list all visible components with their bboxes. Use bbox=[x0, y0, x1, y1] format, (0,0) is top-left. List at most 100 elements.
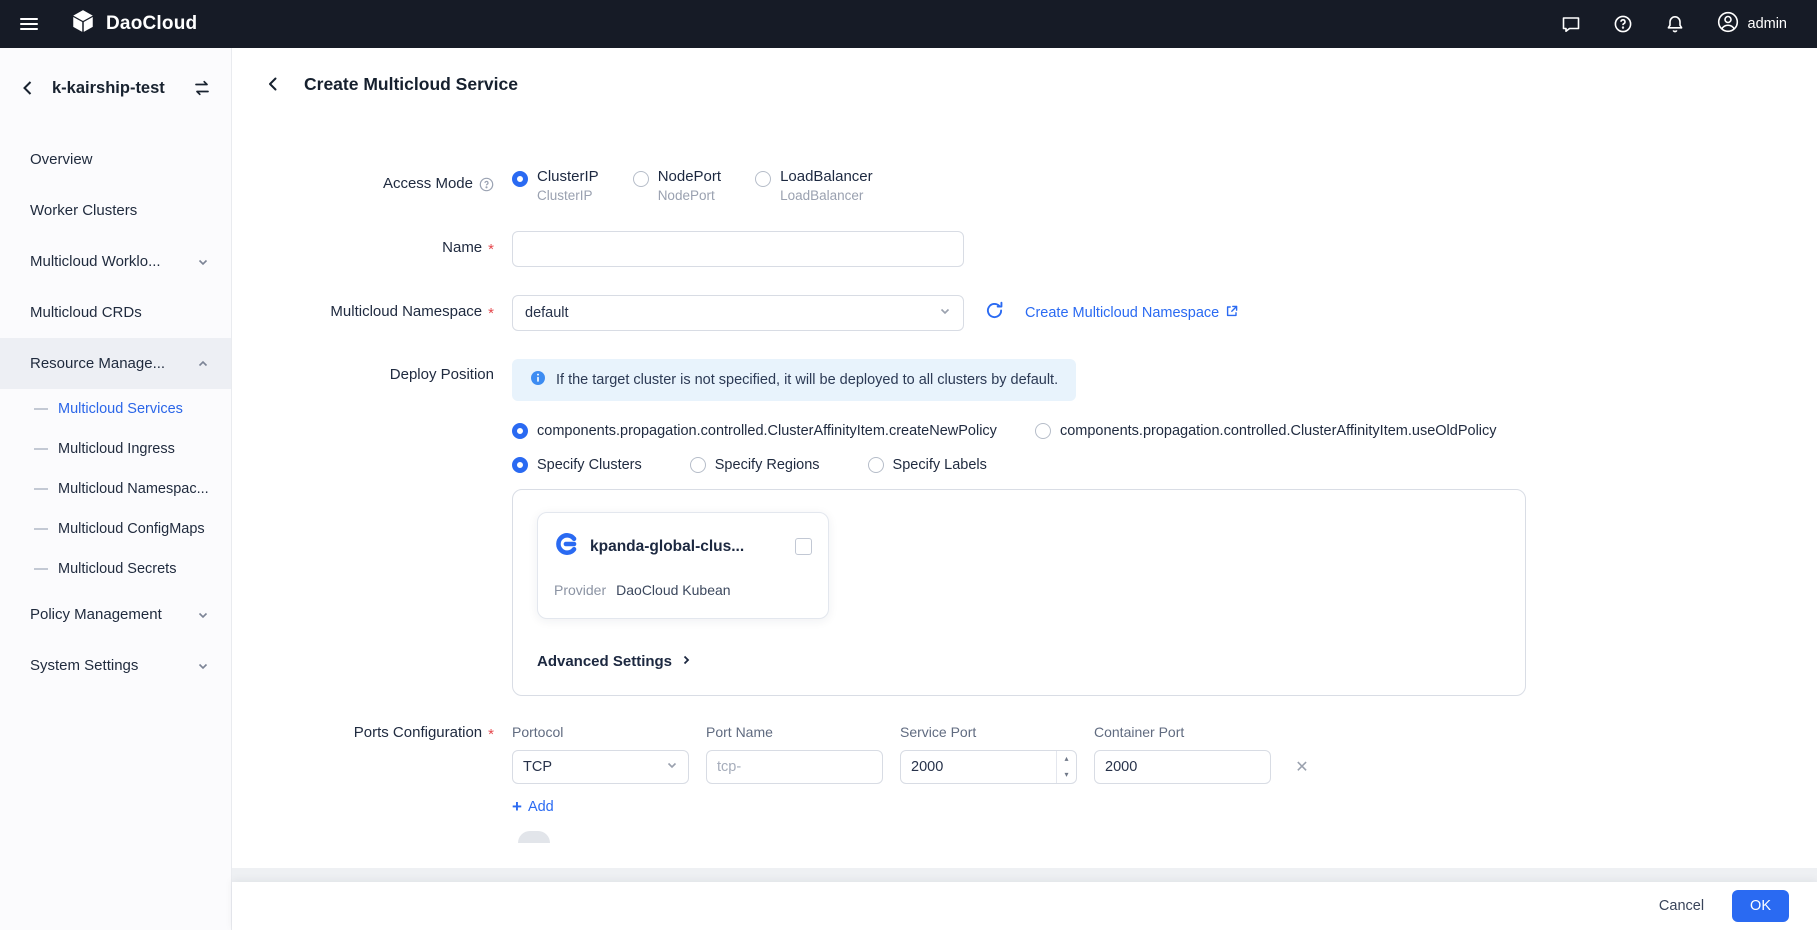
collapsed-element-partial bbox=[518, 831, 550, 843]
brand[interactable]: DaoCloud bbox=[70, 8, 197, 40]
sidebar-item-policy-management[interactable]: Policy Management bbox=[0, 589, 231, 640]
hamburger-menu-icon[interactable] bbox=[0, 0, 58, 48]
info-icon bbox=[530, 370, 546, 390]
name-input[interactable] bbox=[512, 231, 964, 267]
advanced-settings-toggle[interactable]: Advanced Settings bbox=[537, 653, 692, 670]
container-port-input[interactable] bbox=[1094, 750, 1271, 784]
container-port-column-header: Container Port bbox=[1094, 724, 1271, 740]
access-mode-label: Access Mode bbox=[262, 168, 512, 203]
dash-icon bbox=[34, 568, 48, 570]
radio-selected-icon[interactable] bbox=[512, 457, 528, 473]
brand-name: DaoCloud bbox=[106, 13, 197, 35]
radio-icon[interactable] bbox=[755, 171, 771, 187]
chevron-down-icon bbox=[197, 256, 209, 268]
increment-icon[interactable]: ▴ bbox=[1057, 751, 1076, 767]
sidebar-item-multicloud-namespaces[interactable]: Multicloud Namespac... bbox=[0, 469, 231, 509]
protocol-column-header: Portocol bbox=[512, 724, 689, 740]
dash-icon bbox=[34, 528, 48, 530]
sidebar-item-worker-clusters[interactable]: Worker Clusters bbox=[0, 185, 231, 236]
sidebar-item-resource-management[interactable]: Resource Manage... bbox=[0, 338, 231, 389]
specify-regions-option[interactable]: Specify Regions bbox=[690, 457, 820, 473]
ports-configuration-label: Ports Configuration * bbox=[262, 724, 512, 843]
sidebar-item-system-settings[interactable]: System Settings bbox=[0, 640, 231, 691]
cluster-card[interactable]: kpanda-global-clus... Provider DaoCloud … bbox=[537, 512, 829, 619]
user-menu[interactable]: admin bbox=[1716, 10, 1788, 38]
dash-icon bbox=[34, 408, 48, 410]
plus-icon: + bbox=[512, 798, 522, 815]
content-gap bbox=[232, 868, 1817, 882]
back-arrow-icon[interactable] bbox=[262, 72, 286, 96]
access-mode-option-loadbalancer[interactable]: LoadBalancer LoadBalancer bbox=[755, 168, 873, 203]
port-name-input[interactable] bbox=[706, 750, 883, 784]
deploy-position-label: Deploy Position bbox=[262, 359, 512, 696]
required-asterisk: * bbox=[488, 239, 494, 258]
service-port-input[interactable] bbox=[900, 750, 1077, 784]
cluster-checkbox[interactable] bbox=[795, 538, 812, 555]
remove-port-row-icon[interactable]: ✕ bbox=[1288, 757, 1316, 777]
decrement-icon[interactable]: ▾ bbox=[1057, 767, 1076, 783]
cluster-name: k-kairship-test bbox=[52, 79, 165, 98]
help-circle-icon[interactable] bbox=[479, 177, 494, 196]
radio-icon[interactable] bbox=[690, 457, 706, 473]
dash-icon bbox=[34, 448, 48, 450]
provider-label: Provider bbox=[554, 582, 606, 598]
notification-bell-icon[interactable] bbox=[1664, 13, 1686, 35]
info-alert: If the target cluster is not specified, … bbox=[512, 359, 1076, 401]
namespace-label: Multicloud Namespace * bbox=[262, 295, 512, 331]
cluster-card-name: kpanda-global-clus... bbox=[590, 538, 785, 556]
sidebar-item-multicloud-ingress[interactable]: Multicloud Ingress bbox=[0, 429, 231, 469]
page-title: Create Multicloud Service bbox=[304, 74, 518, 95]
policy-option-create-new[interactable]: components.propagation.controlled.Cluste… bbox=[512, 423, 997, 439]
chevron-down-icon bbox=[197, 609, 209, 621]
sidebar-item-overview[interactable]: Overview bbox=[0, 134, 231, 185]
service-port-column-header: Service Port bbox=[900, 724, 1077, 740]
sidebar-item-multicloud-services[interactable]: Multicloud Services bbox=[0, 389, 231, 429]
radio-icon[interactable] bbox=[633, 171, 649, 187]
specify-clusters-option[interactable]: Specify Clusters bbox=[512, 457, 642, 473]
sidebar: k-kairship-test Overview Worker Clusters… bbox=[0, 48, 232, 930]
required-asterisk: * bbox=[488, 724, 494, 743]
specify-labels-option[interactable]: Specify Labels bbox=[868, 457, 987, 473]
radio-selected-icon[interactable] bbox=[512, 171, 528, 187]
protocol-select[interactable]: TCP bbox=[512, 750, 689, 784]
access-mode-option-nodeport[interactable]: NodePort NodePort bbox=[633, 168, 721, 203]
cluster-selection-panel: kpanda-global-clus... Provider DaoCloud … bbox=[512, 489, 1526, 696]
back-arrow-icon[interactable] bbox=[16, 76, 40, 100]
dash-icon bbox=[34, 488, 48, 490]
cancel-button[interactable]: Cancel bbox=[1659, 898, 1704, 914]
switch-cluster-icon[interactable] bbox=[191, 77, 213, 99]
chevron-up-icon bbox=[197, 358, 209, 370]
form-content: Access Mode ClusterIP ClusterIP bbox=[232, 120, 1817, 868]
name-label: Name * bbox=[262, 231, 512, 267]
chevron-down-icon bbox=[939, 305, 951, 321]
cluster-logo-icon bbox=[554, 531, 580, 562]
namespace-select[interactable]: default bbox=[512, 295, 964, 331]
footer-action-bar: Cancel OK bbox=[232, 882, 1817, 930]
create-namespace-link[interactable]: Create Multicloud Namespace bbox=[1025, 304, 1239, 322]
chevron-down-icon bbox=[666, 759, 678, 775]
service-port-field: ▴ ▾ bbox=[900, 750, 1077, 784]
radio-icon[interactable] bbox=[868, 457, 884, 473]
sidebar-item-multicloud-configmaps[interactable]: Multicloud ConfigMaps bbox=[0, 509, 231, 549]
user-avatar-icon bbox=[1716, 10, 1740, 38]
port-name-column-header: Port Name bbox=[706, 724, 883, 740]
add-port-button[interactable]: + Add bbox=[512, 798, 554, 815]
policy-option-use-old[interactable]: components.propagation.controlled.Cluste… bbox=[1035, 423, 1497, 439]
sidebar-item-multicloud-crds[interactable]: Multicloud CRDs bbox=[0, 287, 231, 338]
external-link-icon bbox=[1225, 304, 1239, 322]
page-header: Create Multicloud Service bbox=[232, 48, 1817, 120]
username: admin bbox=[1748, 16, 1788, 32]
refresh-icon[interactable] bbox=[984, 300, 1005, 326]
access-mode-option-clusterip[interactable]: ClusterIP ClusterIP bbox=[512, 168, 599, 203]
message-icon[interactable] bbox=[1560, 13, 1582, 35]
sidebar-item-multicloud-workloads[interactable]: Multicloud Worklo... bbox=[0, 236, 231, 287]
sidebar-item-multicloud-secrets[interactable]: Multicloud Secrets bbox=[0, 549, 231, 589]
chevron-down-icon bbox=[197, 660, 209, 672]
radio-selected-icon[interactable] bbox=[512, 423, 528, 439]
ok-button[interactable]: OK bbox=[1732, 890, 1789, 922]
sidebar-nav: Overview Worker Clusters Multicloud Work… bbox=[0, 128, 231, 691]
radio-icon[interactable] bbox=[1035, 423, 1051, 439]
daocloud-logo-icon bbox=[70, 8, 96, 40]
help-icon[interactable] bbox=[1612, 13, 1634, 35]
provider-value: DaoCloud Kubean bbox=[616, 582, 730, 598]
